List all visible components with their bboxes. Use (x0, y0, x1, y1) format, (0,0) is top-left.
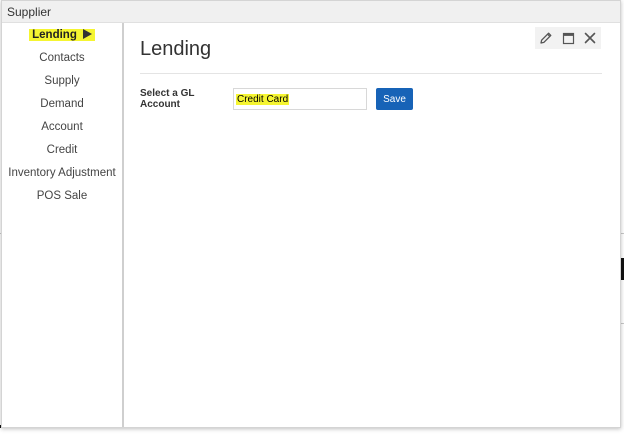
title-divider (140, 73, 602, 74)
sidebar-item-highlight: Lending (29, 29, 95, 41)
sidebar-nav: Lending Contacts Supply Demand Account C… (2, 23, 124, 427)
page-title: Lending (140, 38, 212, 60)
close-icon[interactable] (582, 30, 598, 46)
screen: Supplier Lending Contacts Supply Demand … (0, 0, 624, 434)
sidebar-item-credit[interactable]: Credit (2, 139, 122, 162)
sidebar-item-label: POS Sale (36, 190, 88, 202)
sidebar-item-demand[interactable]: Demand (2, 93, 122, 116)
sidebar-item-label: Inventory Adjustment (8, 167, 116, 179)
dialog-body: Lending Contacts Supply Demand Account C… (2, 23, 620, 427)
sidebar-item-label: Demand (40, 98, 84, 110)
main-content: Lending Select a GL Account Credit Card … (124, 23, 620, 427)
sidebar-item-lending[interactable]: Lending (2, 24, 122, 47)
dialog-title: Supplier (7, 4, 52, 19)
pencil-icon[interactable] (538, 30, 554, 46)
sidebar-item-account[interactable]: Account (2, 116, 122, 139)
sidebar-item-label: Account (41, 121, 83, 133)
sidebar-item-supply[interactable]: Supply (2, 70, 122, 93)
gl-account-value: Credit Card (236, 93, 290, 105)
gl-account-field[interactable]: Credit Card (233, 88, 367, 110)
supplier-dialog: Supplier Lending Contacts Supply Demand … (1, 0, 621, 428)
maximize-icon[interactable] (560, 30, 576, 46)
sidebar-item-label: Credit (46, 144, 78, 156)
sidebar-item-label: Contacts (39, 52, 85, 64)
sidebar-item-pos-sale[interactable]: POS Sale (2, 185, 122, 208)
sidebar-item-label: Supply (44, 75, 80, 87)
dialog-titlebar: Supplier (2, 1, 620, 23)
window-toolbar (535, 27, 601, 49)
sidebar-item-label: Lending (32, 29, 77, 41)
save-button[interactable]: Save (376, 88, 413, 110)
sidebar-item-contacts[interactable]: Contacts (2, 47, 122, 70)
play-arrow-icon (82, 29, 92, 39)
sidebar-item-inventory-adjustment[interactable]: Inventory Adjustment (2, 162, 122, 185)
gl-account-row: Select a GL Account Credit Card Save (140, 88, 413, 110)
gl-account-label: Select a GL Account (140, 88, 195, 110)
